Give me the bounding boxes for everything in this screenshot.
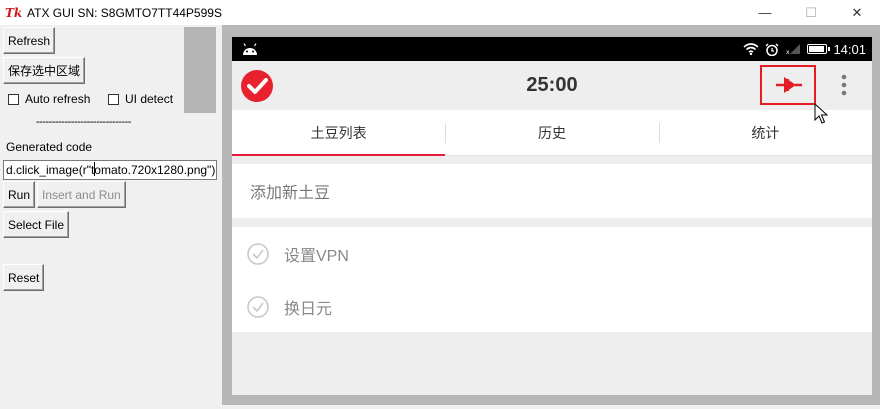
checkbox-box[interactable]: [8, 93, 19, 105]
refresh-button[interactable]: Refresh: [3, 27, 56, 54]
device-screen[interactable]: x 14:01 25:00 土豆列表 历史 统计 添加新土豆 设置VPN 换日元: [232, 37, 872, 395]
insert-and-run-button[interactable]: Insert and Run: [37, 181, 126, 208]
tab-statistics[interactable]: 统计: [658, 110, 872, 155]
tab-history[interactable]: 历史: [445, 110, 658, 155]
tk-logo-icon: Tk: [5, 5, 23, 20]
tomato-check-icon[interactable]: [241, 70, 273, 102]
android-icon: [243, 43, 257, 55]
task-label: 换日元: [284, 300, 333, 318]
checkbox-box[interactable]: [108, 93, 119, 105]
generated-code-label: Generated code: [6, 140, 93, 154]
check-circle-icon[interactable]: [246, 242, 270, 266]
title-bar: Tk ATX GUI SN: S8GMTO7TT44P599S — ☐ ✕: [0, 0, 880, 25]
app-toolbar: 25:00: [232, 61, 872, 110]
task-list: 设置VPN 换日元: [232, 227, 872, 332]
list-item[interactable]: 换日元: [232, 280, 872, 333]
code-text-before: d.click_image(r"t: [6, 163, 95, 177]
add-new-potato-input[interactable]: 添加新土豆: [232, 164, 872, 218]
alarm-icon: [765, 43, 779, 56]
minimize-button[interactable]: —: [742, 0, 788, 25]
window-title: ATX GUI SN: S8GMTO7TT44P599S: [27, 5, 222, 20]
auto-refresh-checkbox[interactable]: Auto refresh: [8, 92, 90, 106]
task-label: 设置VPN: [284, 247, 349, 265]
reset-button[interactable]: Reset: [3, 264, 45, 291]
ui-detect-label: UI detect: [125, 92, 174, 106]
tab-bar: 土豆列表 历史 统计: [232, 110, 872, 156]
status-time: 14:01: [833, 41, 866, 57]
svg-text:x: x: [786, 49, 790, 55]
select-file-button[interactable]: Select File: [3, 211, 70, 238]
ui-detect-checkbox[interactable]: UI detect: [108, 92, 173, 106]
tab-potato-list[interactable]: 土豆列表: [232, 110, 446, 156]
status-bar: x 14:01: [232, 37, 872, 61]
check-circle-icon[interactable]: [246, 295, 270, 319]
auto-refresh-label: Auto refresh: [25, 92, 91, 106]
signal-icon: x: [786, 44, 801, 55]
more-vert-icon[interactable]: [836, 73, 852, 99]
pin-button[interactable]: [760, 65, 816, 105]
separator: ------------------------------: [36, 116, 131, 128]
list-item[interactable]: 设置VPN: [232, 227, 872, 280]
close-button[interactable]: ✕: [834, 0, 880, 25]
run-button[interactable]: Run: [3, 181, 36, 208]
control-panel: Refresh 保存选中区域 Auto refresh UI detect --…: [0, 25, 222, 409]
generated-code-input[interactable]: d.click_image(r"tomato.720x1280.png"): [3, 160, 217, 180]
wifi-icon: [743, 43, 759, 55]
add-new-potato-placeholder: 添加新土豆: [250, 185, 331, 202]
pin-icon: [776, 77, 802, 93]
code-text-after: omato.720x1280.png"): [94, 163, 216, 177]
preview-area: [184, 27, 216, 113]
battery-icon: [807, 44, 831, 54]
save-region-button[interactable]: 保存选中区域: [3, 57, 86, 84]
mouse-cursor-icon: [814, 103, 828, 124]
maximize-button[interactable]: ☐: [788, 0, 834, 25]
